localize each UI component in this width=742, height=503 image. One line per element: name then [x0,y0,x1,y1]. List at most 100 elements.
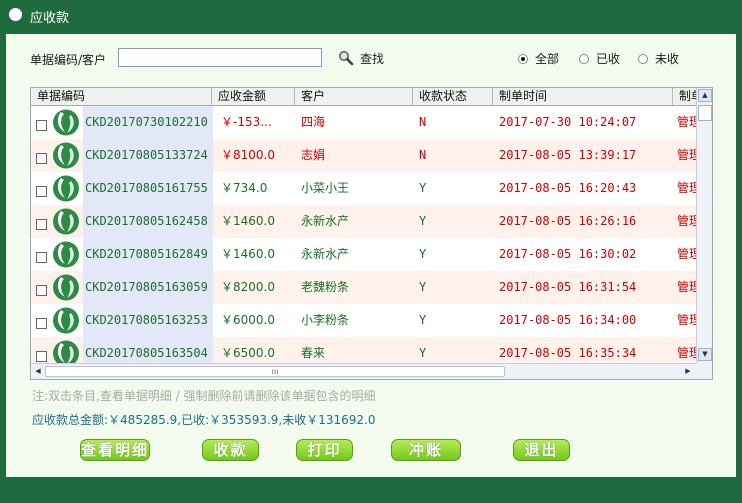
vertical-scrollbar[interactable]: ▲ ▼ [696,88,712,363]
horizontal-scrollbar[interactable]: ◀ ııı ▶ [31,363,696,379]
cell-amount: ￥1460.0 [221,214,275,228]
row-checkbox[interactable] [36,351,47,362]
table-row[interactable]: CKD20170805163253 ￥6000.0 小李粉条 Y 2017-08-05 … [31,304,696,337]
header-maker[interactable]: 制单 [673,88,696,105]
cell-time: 2017-08-05 16:34:00 [499,313,637,327]
table-row[interactable]: CKD20170805161755 ￥734.0 小菜小王 Y 2017-08-05 1… [31,172,696,205]
row-checkbox[interactable] [36,318,47,329]
leaf-logo-icon [53,241,79,268]
cell-amount: ￥-153... [221,115,272,129]
hscroll-thumb[interactable]: ııı [45,366,505,377]
scroll-right-icon[interactable]: ▶ [682,366,694,377]
title-bar: 应收款 [0,0,742,30]
cell-time: 2017-08-05 16:30:02 [499,247,637,261]
table-row[interactable]: CKD20170730102210 ￥-153... 四海 N 2017-07-30 1… [31,106,696,139]
cell-amount: ￥1460.0 [221,247,275,261]
cell-maker: 管理 [677,148,696,162]
table-row[interactable]: CKD20170805163059 ￥8200.0 老魏粉条 Y 2017-08-05 … [31,271,696,304]
leaf-logo-icon [53,340,79,363]
radio-paid[interactable]: 已收 [579,50,620,67]
row-checkbox[interactable] [36,219,47,230]
cell-time: 2017-08-05 16:26:16 [499,214,637,228]
header-time[interactable]: 制单时间 [493,88,673,105]
table-row[interactable]: CKD20170805163504 ￥6500.0 春来 Y 2017-08-05 16… [31,337,696,363]
search-icon [339,51,354,66]
cell-code: CKD20170805163059 [83,271,213,304]
cell-status: Y [419,181,427,195]
hint-note: 注:双击条目,查看单据明细 / 强制删除前请删除该单据包含的明细 [32,389,376,403]
cell-status: N [419,115,427,129]
cell-customer: 四海 [301,115,326,129]
cell-time: 2017-08-05 16:20:43 [499,181,637,195]
cell-customer: 小菜小王 [301,181,350,195]
cell-customer: 志娟 [301,148,326,162]
header-status[interactable]: 收款状态 [413,88,493,105]
cell-status: N [419,148,427,162]
leaf-logo-icon [53,142,79,169]
leaf-logo-icon [53,274,79,301]
cell-maker: 管理 [677,313,696,327]
cell-time: 2017-08-05 16:31:54 [499,280,637,294]
scroll-thumb[interactable] [698,105,712,121]
radio-dot [518,53,528,64]
cell-status: Y [419,247,427,261]
leaf-logo-icon [53,109,79,136]
cell-maker: 管理 [677,247,696,261]
header-amount[interactable]: 应收金额 [212,88,295,105]
exit-button[interactable]: 退出 [513,439,570,461]
row-checkbox[interactable] [36,252,47,263]
cell-customer: 小李粉条 [301,313,350,327]
header-customer[interactable]: 客户 [295,88,413,105]
table-row[interactable]: CKD20170805133724 ￥8100.0 志娟 N 2017-08-05 13… [31,139,696,172]
cell-amount: ￥734.0 [221,181,268,195]
radio-unpaid[interactable]: 未收 [638,50,679,67]
print-button[interactable]: 打印 [296,439,353,461]
table-row[interactable]: CKD20170805162849 ￥1460.0 永新水产 Y 2017-08-05 … [31,238,696,271]
leaf-logo-icon [53,208,79,235]
cell-time: 2017-08-05 16:35:34 [499,346,637,360]
cell-time: 2017-08-05 13:39:17 [499,148,637,162]
main-panel: 单据编码/客户 查找 全部 已收 未收 单据编码 应收金额 客户 收款状态 制单… [6,34,736,477]
scroll-corner [696,363,712,379]
offset-button[interactable]: 冲账 [391,439,461,461]
cell-code: CKD20170730102210 [83,106,213,139]
summary-total: 应收款总金额:￥485285.9,已收:￥353593.9,未收￥131692.… [32,413,376,427]
leaf-logo-icon [53,307,79,334]
cell-status: Y [419,313,427,327]
row-checkbox[interactable] [36,285,47,296]
radio-label: 全部 [535,52,560,66]
cell-maker: 管理 [677,346,696,360]
row-checkbox[interactable] [36,153,47,164]
receivables-table[interactable]: 单据编码 应收金额 客户 收款状态 制单时间 制单 CKD20170730102… [30,87,713,380]
table-row[interactable]: CKD20170805162458 ￥1460.0 永新水产 Y 2017-08-05 … [31,205,696,238]
cell-code: CKD20170805161755 [83,172,213,205]
radio-label: 已收 [596,52,621,66]
cell-status: Y [419,280,427,294]
cell-code: CKD20170805133724 [83,139,213,172]
radio-dot [579,53,589,64]
app-icon [9,8,22,21]
window-title: 应收款 [30,11,70,26]
search-button[interactable]: 查找 [338,48,384,68]
search-input[interactable] [118,48,322,67]
cell-amount: ￥6000.0 [221,313,275,327]
collect-button[interactable]: 收款 [202,439,259,461]
row-checkbox[interactable] [36,120,47,131]
header-code[interactable]: 单据编码 [31,88,212,105]
radio-label: 未收 [655,52,680,66]
cell-customer: 永新水产 [301,247,350,261]
row-checkbox[interactable] [36,186,47,197]
table-header: 单据编码 应收金额 客户 收款状态 制单时间 制单 [31,88,696,106]
cell-time: 2017-07-30 10:24:07 [499,115,637,129]
cell-customer: 春来 [301,346,326,360]
scroll-down-icon[interactable]: ▼ [698,348,712,361]
scroll-up-icon[interactable]: ▲ [698,89,712,102]
view-detail-button[interactable]: 查看明细 [80,439,150,461]
cell-status: Y [419,214,427,228]
cell-amount: ￥6500.0 [221,346,275,360]
cell-customer: 老魏粉条 [301,280,350,294]
radio-all[interactable]: 全部 [518,50,559,67]
scroll-left-icon[interactable]: ◀ [32,366,44,377]
cell-maker: 管理 [677,280,696,294]
cell-code: CKD20170805162849 [83,238,213,271]
